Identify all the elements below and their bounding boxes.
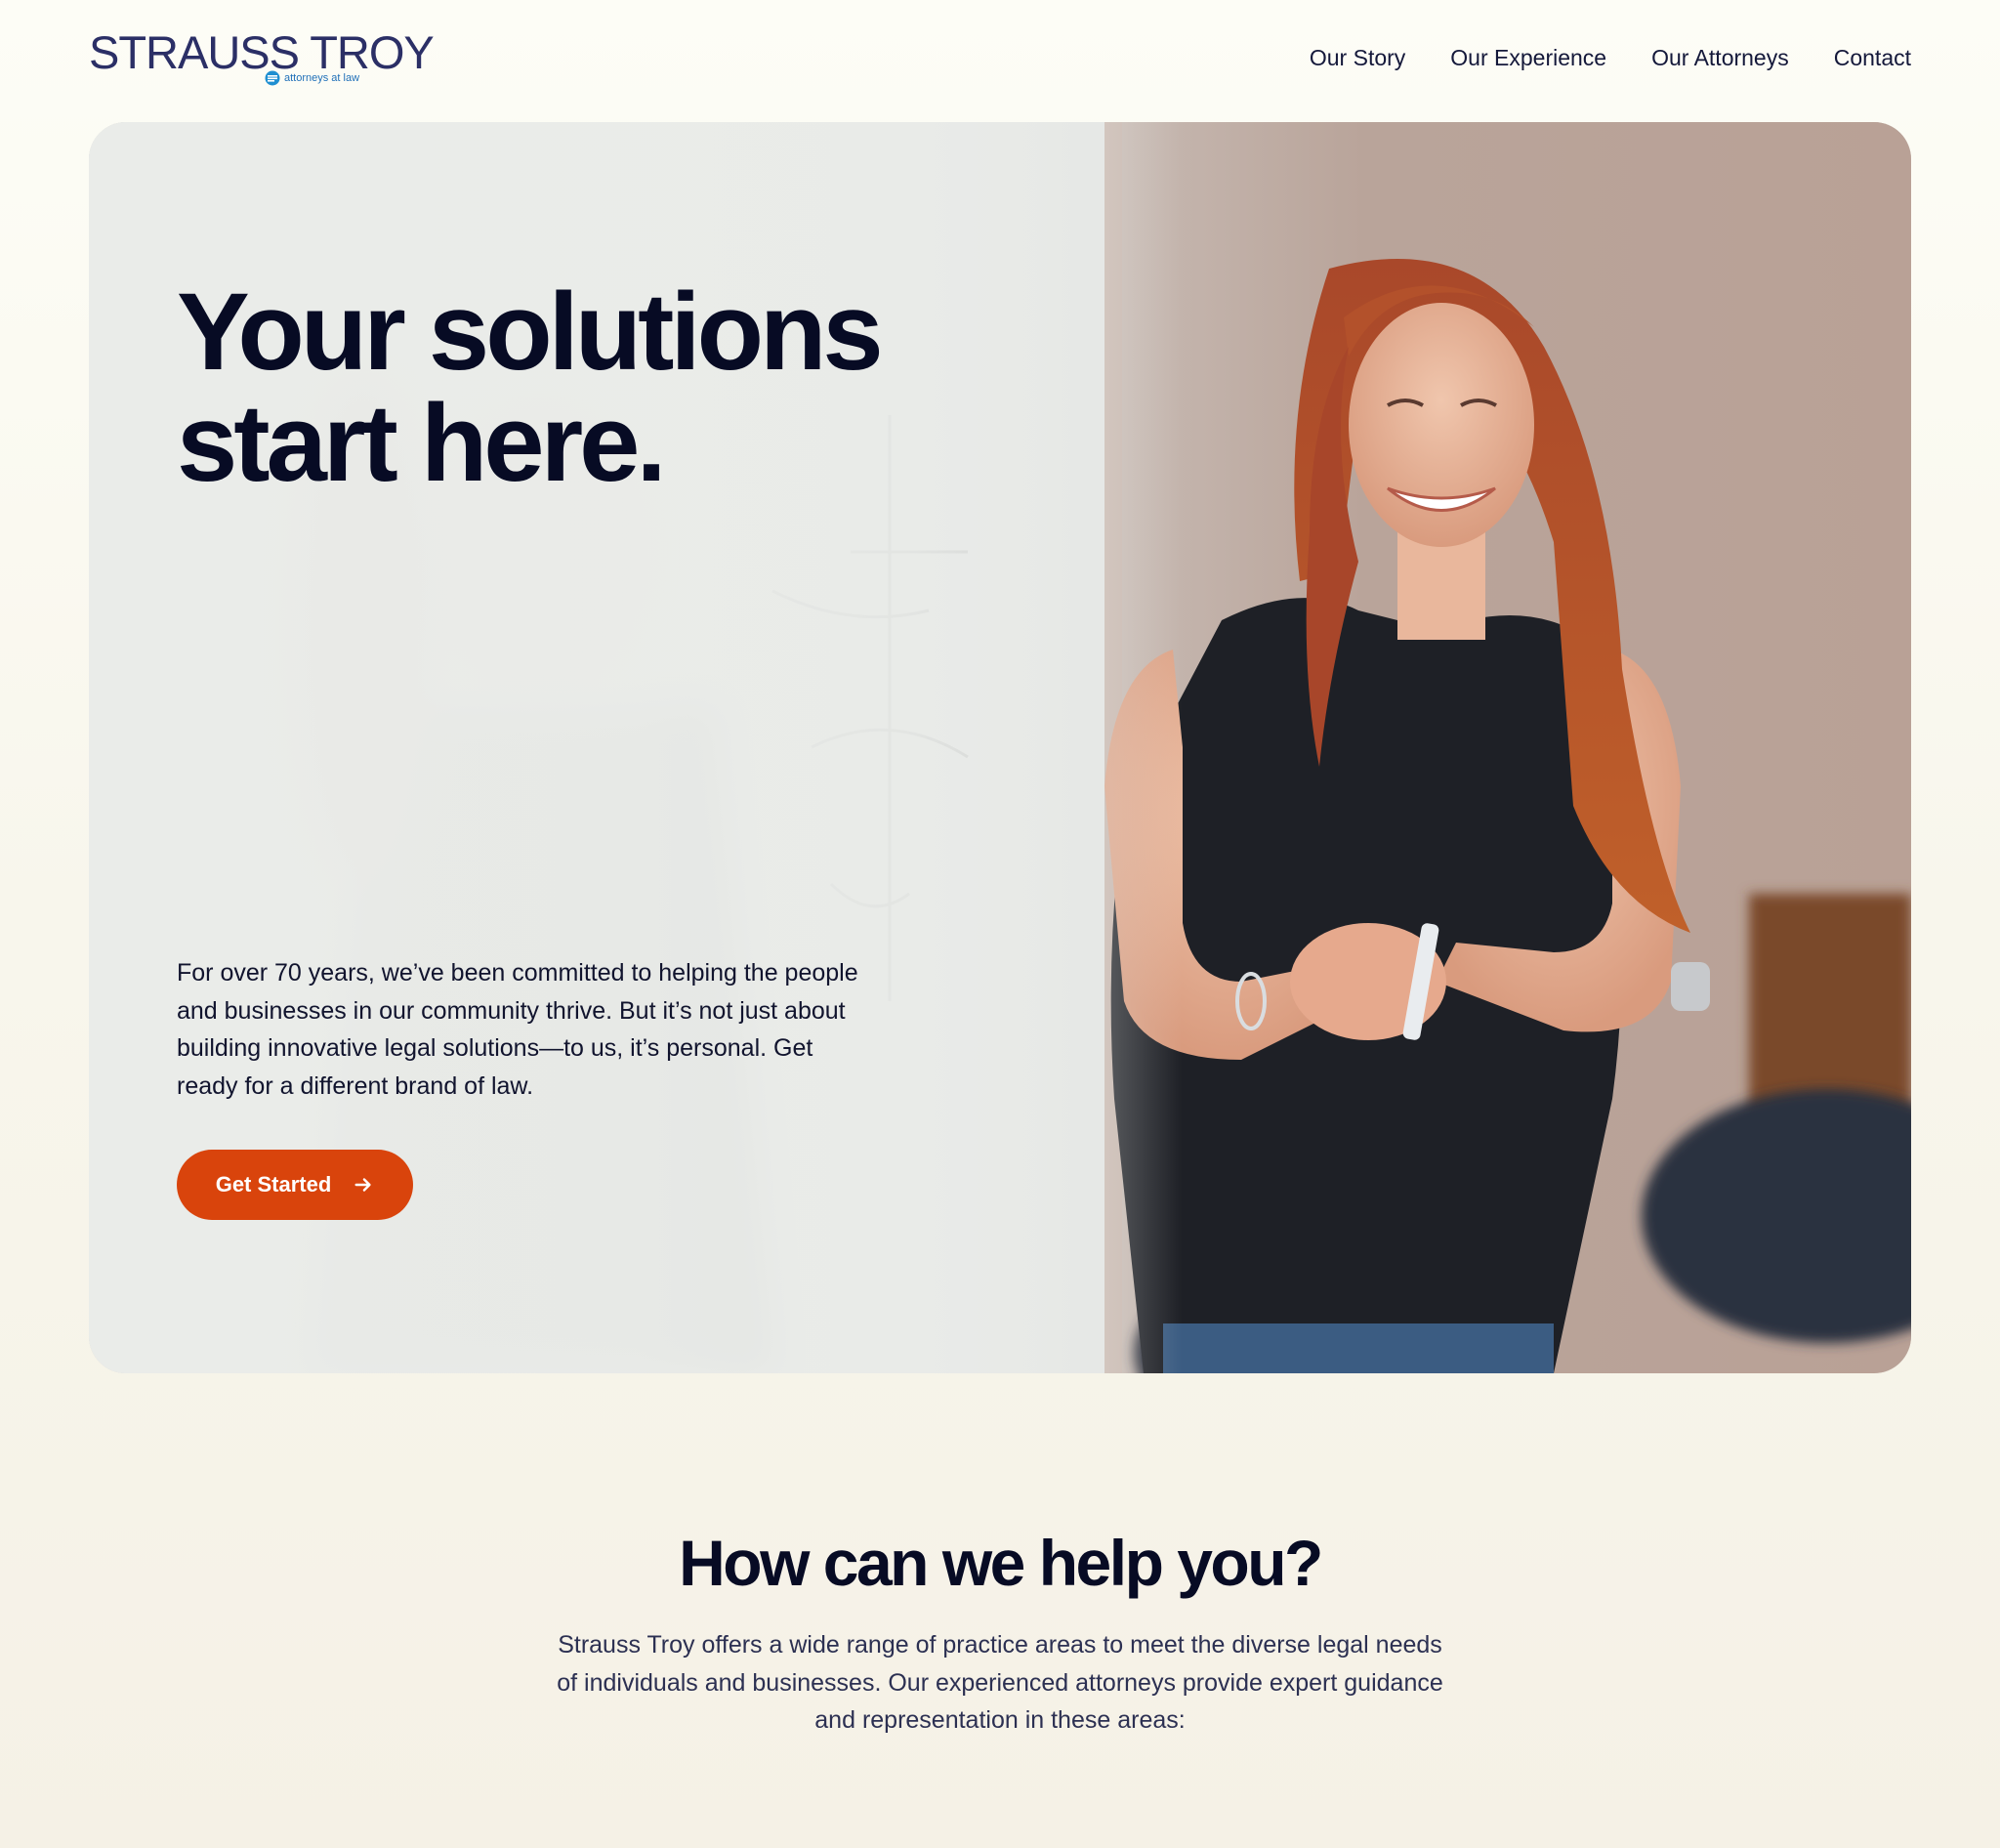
get-started-button[interactable]: Get Started — [177, 1150, 413, 1220]
site-header: STRAUSS TROY attorneys at law Our Story … — [0, 0, 2000, 122]
logo-tagline: attorneys at law — [284, 72, 360, 84]
nav-contact[interactable]: Contact — [1834, 45, 1911, 71]
help-section-description: Strauss Troy offers a wide range of prac… — [557, 1631, 1443, 1734]
hero-title-line-1: Your solutions — [177, 271, 884, 393]
nav-our-experience[interactable]: Our Experience — [1450, 45, 1606, 71]
strauss-troy-mark-icon — [265, 70, 280, 86]
hero-section: Your solutions start here. For over 70 y… — [89, 122, 1911, 1373]
logo[interactable]: STRAUSS TROY attorneys at law — [89, 27, 435, 96]
nav-our-attorneys[interactable]: Our Attorneys — [1651, 45, 1789, 71]
hero-title-line-2: start here. — [177, 382, 667, 504]
logo-wordmark: STRAUSS TROY — [89, 26, 435, 78]
logo-subline: attorneys at law — [265, 70, 359, 86]
get-started-label: Get Started — [215, 1172, 332, 1197]
nav-our-story[interactable]: Our Story — [1310, 45, 1405, 71]
help-section-title: How can we help you? — [679, 1527, 1323, 1599]
hero-title: Your solutions start here. — [177, 276, 958, 499]
main-nav: Our Story Our Experience Our Attorneys C… — [1310, 45, 1911, 71]
hero-description: For over 70 years, we’ve been committed … — [177, 959, 858, 1100]
arrow-right-icon — [354, 1178, 371, 1192]
